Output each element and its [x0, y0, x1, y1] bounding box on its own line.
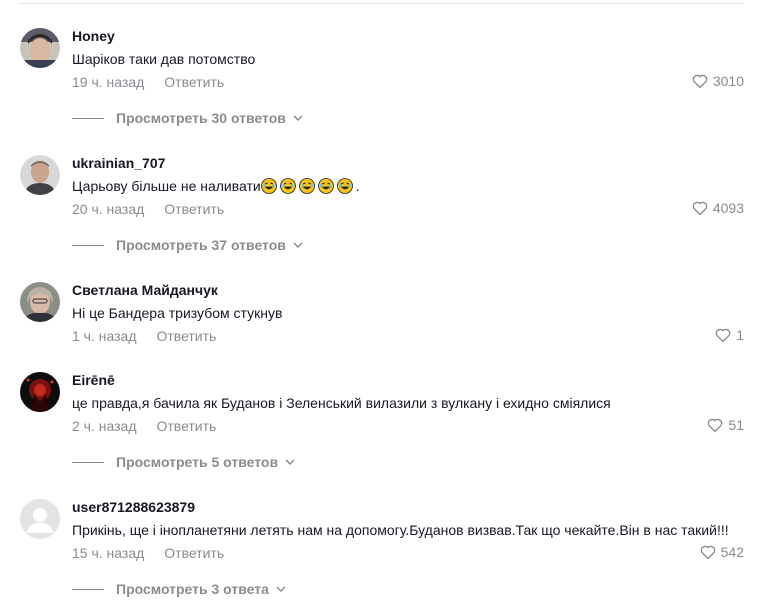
heart-outline-icon [699, 543, 717, 561]
view-replies-label: Просмотреть 3 ответа [116, 581, 269, 597]
view-replies-label: Просмотреть 37 ответов [116, 237, 286, 253]
replies-divider [72, 461, 104, 463]
comment-item: Honey Шаріков таки дав потомство 19 ч. н… [0, 28, 766, 138]
like-count: 4093 [712, 200, 744, 216]
reply-button[interactable]: Ответить [156, 418, 216, 434]
comment-text-end: . [355, 178, 360, 194]
chevron-down-icon [286, 112, 304, 124]
comment-meta: 19 ч. назад Ответить [72, 73, 224, 91]
comment-meta: 1 ч. назад Ответить [72, 327, 216, 345]
comment-item: Светлана Майданчук Ні це Бандера тризубо… [0, 282, 766, 352]
comment-item: user871288623879 Прикінь, ще і інопланет… [0, 499, 766, 603]
like-count: 3010 [712, 73, 744, 89]
chevron-down-icon [286, 239, 304, 251]
top-divider [20, 3, 744, 4]
comment-username[interactable]: Honey [72, 28, 115, 45]
laughing-emoji-icon [279, 178, 299, 194]
comment-meta: 2 ч. назад Ответить [72, 417, 216, 435]
replies-divider [72, 117, 104, 119]
replies-divider [72, 588, 104, 590]
comment-item: ukrainian_707 Царьову більше не наливати… [0, 155, 766, 265]
reply-button[interactable]: Ответить [164, 201, 224, 217]
chevron-down-icon [278, 456, 296, 468]
comment-time: 15 ч. назад [72, 545, 145, 561]
comment-text: Шаріков таки дав потомство [72, 51, 256, 67]
reply-button[interactable]: Ответить [164, 545, 224, 561]
laughing-emoji-icon [317, 178, 337, 194]
comment-username[interactable]: Eirēnē [72, 372, 115, 389]
like-button[interactable]: 51 [706, 415, 744, 435]
comment-time: 2 ч. назад [72, 418, 137, 434]
like-count: 542 [720, 544, 744, 560]
avatar[interactable] [20, 28, 60, 68]
avatar[interactable] [20, 372, 60, 412]
comment-text: Царьову більше не наливати. [72, 177, 360, 195]
laughing-emoji-icon [336, 178, 356, 194]
view-replies-label: Просмотреть 30 ответов [116, 110, 286, 126]
avatar[interactable] [20, 499, 60, 539]
avatar[interactable] [20, 155, 60, 195]
comment-username[interactable]: ukrainian_707 [72, 155, 165, 172]
comment-username[interactable]: Светлана Майданчук [72, 282, 218, 299]
like-count: 1 [736, 327, 744, 343]
heart-outline-icon [691, 199, 709, 217]
view-replies-button[interactable]: Просмотреть 5 ответов [72, 454, 296, 470]
comment-text: Ні це Бандера тризубом стукнув [72, 305, 283, 321]
like-button[interactable]: 3010 [691, 71, 744, 91]
laughing-emoji-icon [260, 178, 280, 194]
comment-text: це правда,я бачила як Буданов і Зеленськ… [72, 395, 611, 411]
reply-button[interactable]: Ответить [164, 74, 224, 90]
like-button[interactable]: 542 [699, 542, 744, 562]
heart-outline-icon [691, 72, 709, 90]
comment-meta: 15 ч. назад Ответить [72, 544, 224, 562]
view-replies-button[interactable]: Просмотреть 30 ответов [72, 110, 304, 126]
view-replies-button[interactable]: Просмотреть 37 ответов [72, 237, 304, 253]
comment-time: 19 ч. назад [72, 74, 145, 90]
comment-text: Прикінь, ще і інопланетяни летять нам на… [72, 522, 729, 538]
comment-username[interactable]: user871288623879 [72, 499, 195, 516]
reply-button[interactable]: Ответить [156, 328, 216, 344]
comment-meta: 20 ч. назад Ответить [72, 200, 224, 218]
view-replies-label: Просмотреть 5 ответов [116, 454, 279, 470]
avatar[interactable] [20, 282, 60, 322]
comment-time: 20 ч. назад [72, 201, 145, 217]
comment-time: 1 ч. назад [72, 328, 137, 344]
like-button[interactable]: 4093 [691, 198, 744, 218]
comment-text-main: Царьову більше не наливати [72, 178, 261, 194]
chevron-down-icon [269, 583, 287, 595]
heart-outline-icon [706, 416, 724, 434]
laughing-emoji-icon [298, 178, 318, 194]
view-replies-button[interactable]: Просмотреть 3 ответа [72, 581, 287, 597]
like-button[interactable]: 1 [714, 325, 744, 345]
like-count: 51 [728, 417, 744, 433]
comment-item: Eirēnē це правда,я бачила як Буданов і З… [0, 372, 766, 482]
replies-divider [72, 244, 104, 246]
heart-outline-icon [714, 326, 732, 344]
